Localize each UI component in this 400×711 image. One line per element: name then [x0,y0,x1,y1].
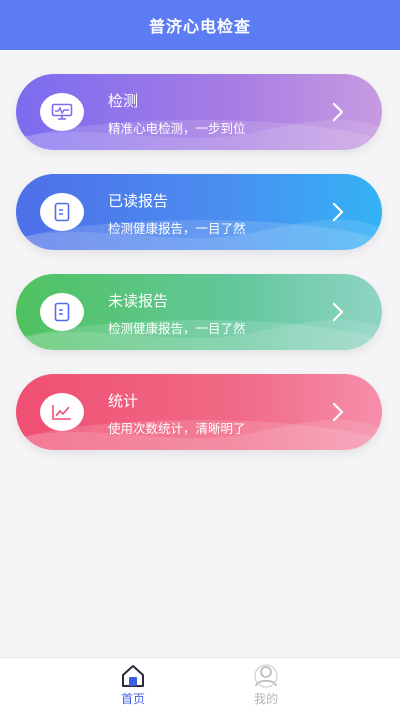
tab-home-label: 首页 [120,692,145,706]
statistics-subtitle: 使用次数统计，清晰明了 [108,421,246,436]
read-reports-icon-circle [40,193,84,231]
tab-home[interactable]: 首页 [83,658,183,711]
document-icon [54,302,70,322]
chevron-right-icon [332,102,344,122]
home-icon [122,665,144,687]
unread-reports-card[interactable]: 未读报告 检测健康报告，一目了然 [16,274,382,350]
read-reports-card[interactable]: 已读报告 检测健康报告，一目了然 [16,174,382,250]
unread-reports-title: 未读报告 [108,292,169,310]
chevron-right-icon [332,402,344,422]
detect-title: 检测 [108,92,139,110]
detect-subtitle: 精准心电检测，一步到位 [108,121,246,136]
line-chart-icon [52,405,71,420]
user-icon [254,664,278,688]
chevron-right-icon [332,302,344,322]
statistics-icon-circle [40,393,84,431]
detect-card[interactable]: 检测 精准心电检测，一步到位 [16,74,382,150]
chevron-right-icon [332,202,344,222]
page-title: 普济心电检查 [148,17,251,36]
statistics-card[interactable]: 统计 使用次数统计，清晰明了 [16,374,382,450]
bottom-tab-bar: 首页 我的 [0,657,400,711]
unread-reports-subtitle: 检测健康报告，一目了然 [108,321,246,336]
read-reports-subtitle: 检测健康报告，一目了然 [108,221,246,236]
monitor-icon [51,103,73,120]
header-bar: 普济心电检查 [0,0,400,50]
statistics-title: 统计 [108,392,139,410]
unread-reports-icon-circle [40,293,84,331]
read-reports-title: 已读报告 [108,192,169,210]
tab-mine-label: 我的 [253,692,278,706]
detect-icon-circle [40,93,84,131]
document-icon [54,202,70,222]
app-root: 普济心电检查 检测 精准心电检测，一步到位 已读报告 检测健康报告，一目了然 未… [0,0,400,711]
tab-mine[interactable]: 我的 [216,658,316,711]
